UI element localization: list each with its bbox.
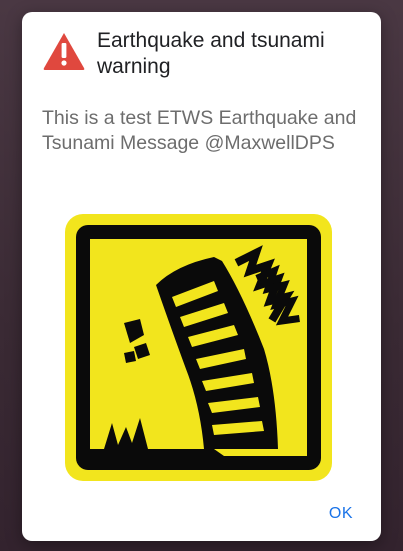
ok-button[interactable]: OK xyxy=(323,501,359,527)
earthquake-hazard-icon xyxy=(65,214,332,481)
warning-triangle-icon xyxy=(43,33,85,70)
dialog-title: Earthquake and tsunami warning xyxy=(97,29,325,78)
alert-dialog: Earthquake and tsunami warning This is a… xyxy=(22,12,381,541)
dialog-message: This is a test ETWS Earthquake and Tsuna… xyxy=(42,107,357,154)
